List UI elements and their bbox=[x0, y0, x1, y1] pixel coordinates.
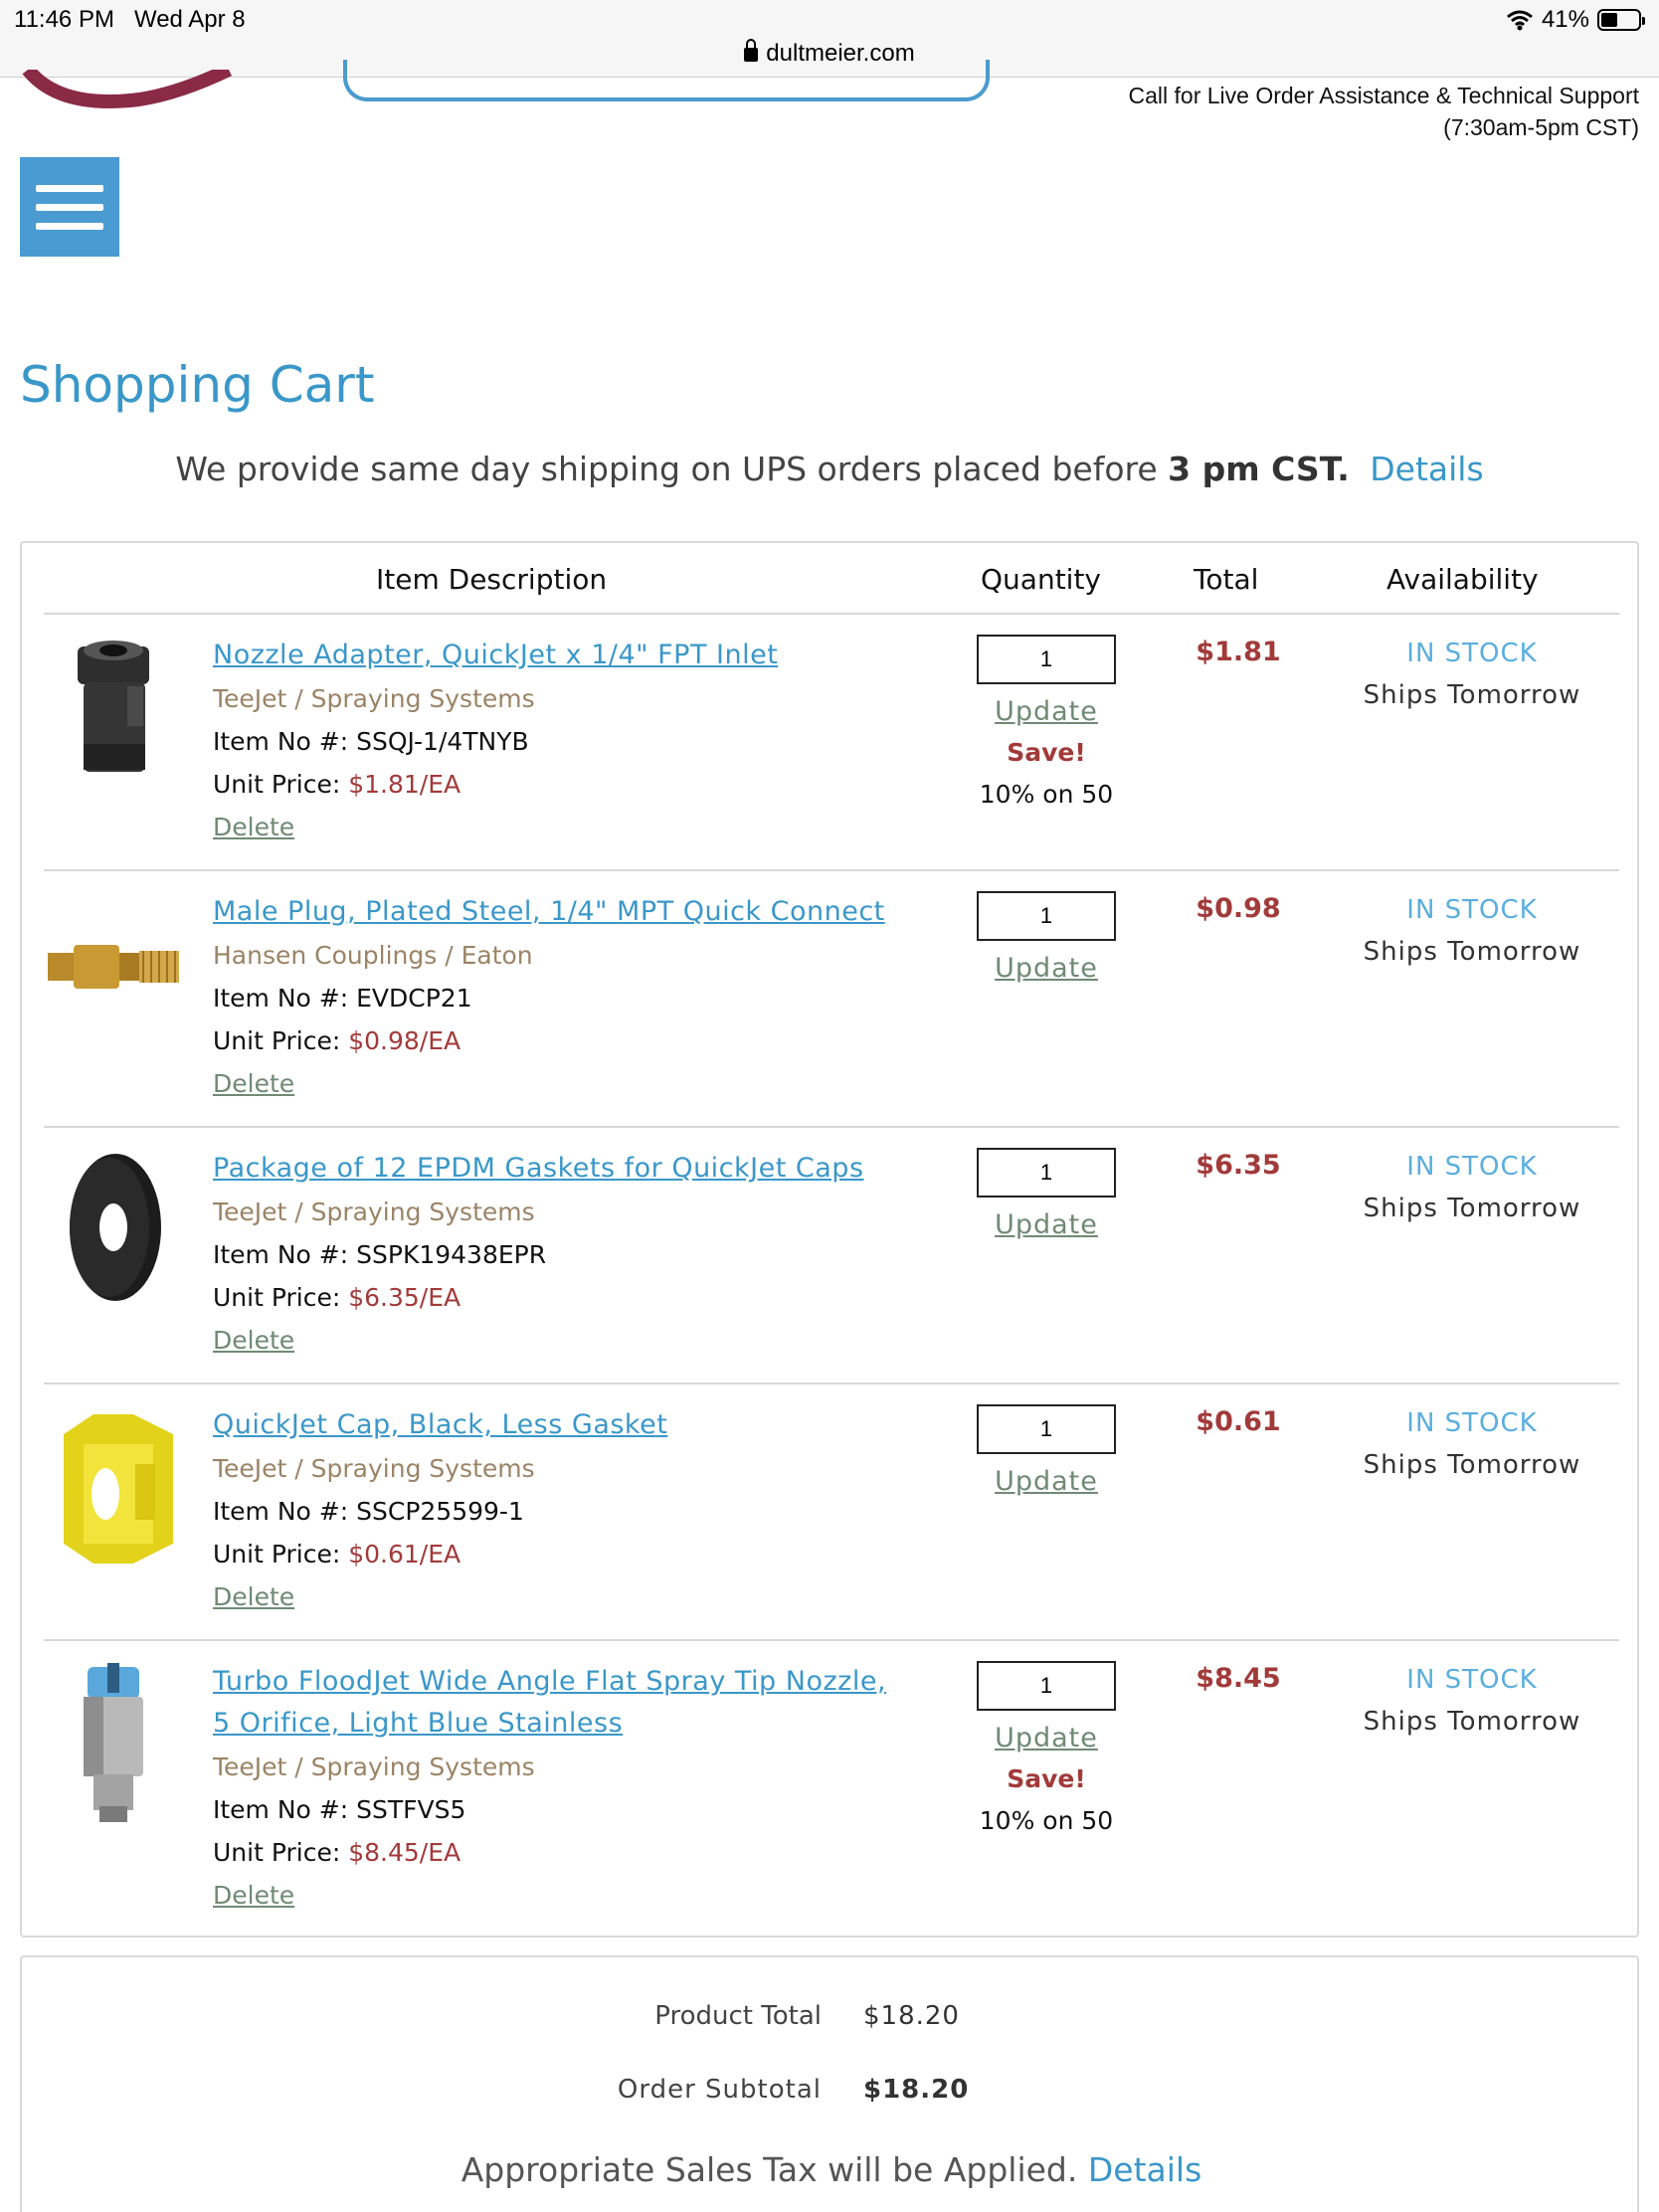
ship-date: Ships Tomorrow bbox=[1363, 1707, 1581, 1737]
update-link[interactable]: Update bbox=[977, 1209, 1116, 1240]
support-hours: (7:30am-5pm CST) bbox=[1443, 114, 1639, 140]
battery-percent: 41% bbox=[1541, 6, 1589, 33]
update-link[interactable]: Update bbox=[977, 1466, 1116, 1497]
delete-link[interactable]: Delete bbox=[213, 1326, 294, 1355]
tax-details-link[interactable]: Details bbox=[1088, 2150, 1201, 2189]
site-logo[interactable] bbox=[20, 70, 259, 109]
stock-status: IN STOCK bbox=[1406, 1408, 1538, 1438]
item-number: Item No #: EVDCP21 bbox=[213, 984, 472, 1013]
product-image-quickjet-cap[interactable] bbox=[44, 1394, 183, 1573]
product-name-link[interactable]: Package of 12 EPDM Gaskets for QuickJet … bbox=[213, 1148, 909, 1190]
ship-date: Ships Tomorrow bbox=[1363, 680, 1581, 710]
stock-status: IN STOCK bbox=[1406, 895, 1538, 925]
menu-bar-icon bbox=[36, 223, 103, 230]
product-name-link[interactable]: Nozzle Adapter, QuickJet x 1/4" FPT Inle… bbox=[213, 635, 909, 676]
stock-status: IN STOCK bbox=[1406, 639, 1538, 668]
product-name-link[interactable]: Male Plug, Plated Steel, 1/4" MPT Quick … bbox=[213, 891, 909, 933]
product-brand: TeeJet / Spraying Systems bbox=[213, 1752, 535, 1781]
product-brand: TeeJet / Spraying Systems bbox=[213, 684, 535, 713]
line-total: $1.81 bbox=[1196, 637, 1281, 667]
unit-price: Unit Price: $6.35/EA bbox=[213, 1283, 461, 1312]
delete-link[interactable]: Delete bbox=[213, 813, 294, 841]
shipping-details-link[interactable]: Details bbox=[1370, 450, 1483, 488]
order-summary: Product Total $18.20 Order Subtotal $18.… bbox=[20, 1955, 1639, 2212]
unit-price: Unit Price: $0.98/EA bbox=[213, 1026, 461, 1055]
save-note: 10% on 50 bbox=[979, 780, 1114, 809]
item-number: Item No #: SSCP25599-1 bbox=[213, 1497, 524, 1526]
hamburger-menu-button[interactable] bbox=[20, 157, 119, 257]
save-label: Save! bbox=[1007, 738, 1086, 767]
product-total-label: Product Total bbox=[654, 2001, 822, 2031]
product-name-link[interactable]: Turbo FloodJet Wide Angle Flat Spray Tip… bbox=[213, 1661, 909, 1745]
line-total: $6.35 bbox=[1196, 1150, 1281, 1181]
wifi-icon bbox=[1506, 10, 1533, 31]
order-subtotal-label: Order Subtotal bbox=[617, 2075, 822, 2105]
item-number: Item No #: SSPK19438EPR bbox=[213, 1240, 547, 1269]
delete-link[interactable]: Delete bbox=[213, 1069, 294, 1098]
line-total: $8.45 bbox=[1196, 1663, 1281, 1694]
cart-table: Item Description Quantity Total Availabi… bbox=[20, 541, 1639, 1937]
save-note: 10% on 50 bbox=[979, 1806, 1114, 1835]
product-image-nozzle-adapter[interactable] bbox=[44, 625, 183, 804]
quantity-input[interactable]: 1 bbox=[977, 1404, 1116, 1454]
shipping-notice: We provide same day shipping on UPS orde… bbox=[175, 450, 1484, 488]
quantity-input[interactable]: 1 bbox=[977, 1661, 1116, 1711]
product-brand: TeeJet / Spraying Systems bbox=[213, 1198, 535, 1226]
search-input[interactable] bbox=[343, 60, 990, 101]
product-brand: TeeJet / Spraying Systems bbox=[213, 1454, 535, 1483]
line-total: $0.61 bbox=[1196, 1406, 1281, 1437]
status-right: 41% bbox=[1506, 6, 1645, 34]
menu-bar-icon bbox=[36, 185, 103, 192]
menu-bar-icon bbox=[36, 204, 103, 211]
product-name-link[interactable]: QuickJet Cap, Black, Less Gasket bbox=[213, 1404, 909, 1446]
delete-link[interactable]: Delete bbox=[213, 1881, 294, 1910]
page-title: Shopping Cart bbox=[20, 356, 375, 414]
order-subtotal-value: $18.20 bbox=[863, 2075, 970, 2105]
product-total-value: $18.20 bbox=[863, 2001, 960, 2031]
update-link[interactable]: Update bbox=[977, 1723, 1116, 1753]
unit-price: Unit Price: $8.45/EA bbox=[213, 1838, 461, 1867]
status-bar: 11:46 PM Wed Apr 8 41% bbox=[0, 0, 1659, 40]
ship-date: Ships Tomorrow bbox=[1363, 937, 1581, 967]
item-number: Item No #: SSTFVS5 bbox=[213, 1795, 466, 1824]
update-link[interactable]: Update bbox=[977, 696, 1116, 727]
delete-link[interactable]: Delete bbox=[213, 1582, 294, 1611]
header-availability: Availability bbox=[1386, 563, 1539, 596]
product-image-male-plug[interactable] bbox=[44, 881, 183, 1060]
unit-price: Unit Price: $1.81/EA bbox=[213, 770, 461, 799]
quantity-input[interactable]: 1 bbox=[977, 635, 1116, 684]
header-total: Total bbox=[1194, 563, 1259, 596]
line-total: $0.98 bbox=[1196, 893, 1281, 924]
shipping-time: 3 pm CST. bbox=[1168, 450, 1350, 488]
table-row: QuickJet Cap, Black, Less Gasket TeeJet … bbox=[44, 1384, 1619, 1641]
product-image-gasket[interactable] bbox=[44, 1138, 183, 1317]
quantity-input[interactable]: 1 bbox=[977, 1148, 1116, 1198]
table-row: Turbo FloodJet Wide Angle Flat Spray Tip… bbox=[44, 1641, 1619, 1910]
header-item-description: Item Description bbox=[376, 563, 608, 596]
table-header: Item Description Quantity Total Availabi… bbox=[44, 543, 1619, 615]
ship-date: Ships Tomorrow bbox=[1363, 1450, 1581, 1480]
support-info: Call for Live Order Assistance & Technic… bbox=[1129, 80, 1640, 143]
support-line: Call for Live Order Assistance & Technic… bbox=[1128, 83, 1640, 108]
table-row: Package of 12 EPDM Gaskets for QuickJet … bbox=[44, 1128, 1619, 1384]
product-image-floodjet-nozzle[interactable] bbox=[44, 1651, 183, 1830]
tax-notice: Appropriate Sales Tax will be Applied. D… bbox=[461, 2150, 1202, 2189]
table-row: Male Plug, Plated Steel, 1/4" MPT Quick … bbox=[44, 871, 1619, 1128]
item-number: Item No #: SSQJ-1/4TNYB bbox=[213, 727, 529, 756]
save-label: Save! bbox=[1007, 1764, 1086, 1793]
table-row: Nozzle Adapter, QuickJet x 1/4" FPT Inle… bbox=[44, 615, 1619, 871]
stock-status: IN STOCK bbox=[1406, 1665, 1538, 1695]
battery-icon bbox=[1597, 9, 1645, 31]
ship-date: Ships Tomorrow bbox=[1363, 1194, 1581, 1223]
status-time: 11:46 PM Wed Apr 8 bbox=[14, 6, 246, 33]
unit-price: Unit Price: $0.61/EA bbox=[213, 1540, 461, 1568]
stock-status: IN STOCK bbox=[1406, 1152, 1538, 1182]
update-link[interactable]: Update bbox=[977, 953, 1116, 984]
product-brand: Hansen Couplings / Eaton bbox=[213, 941, 533, 970]
header-quantity: Quantity bbox=[981, 563, 1101, 596]
quantity-input[interactable]: 1 bbox=[977, 891, 1116, 941]
